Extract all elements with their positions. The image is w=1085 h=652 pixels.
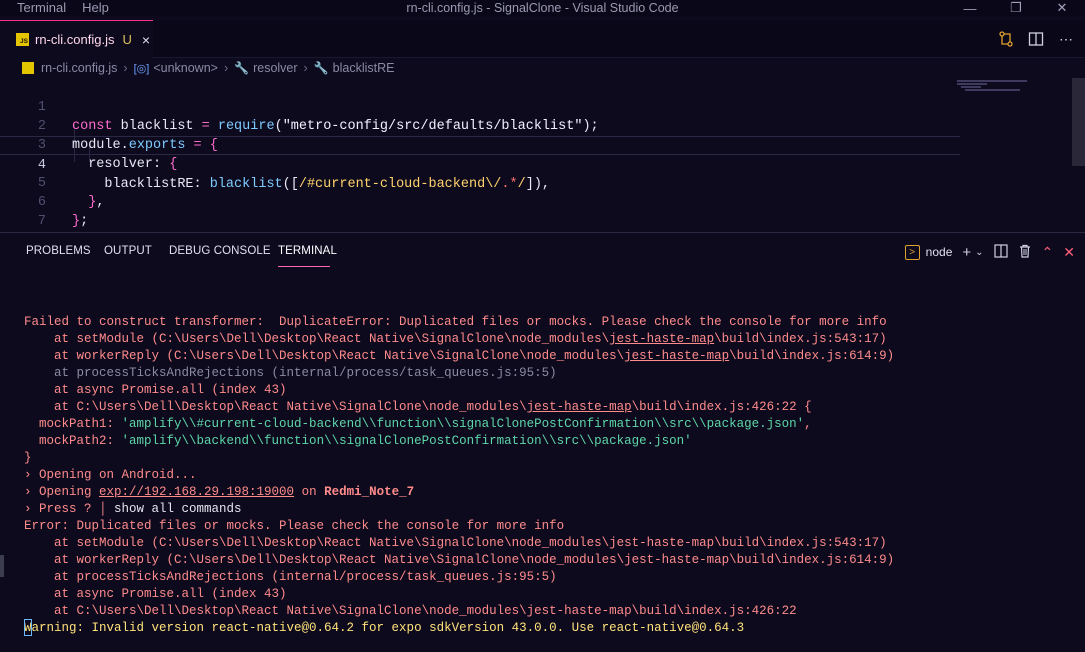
terminal-cursor [24, 619, 32, 636]
code-line-1: 1 const blacklist = require("metro-confi… [0, 79, 960, 134]
open-changes-icon[interactable] [997, 30, 1015, 48]
terminal-line: at processTicksAndRejections (internal/p… [24, 570, 557, 584]
chevron-right-icon: › [223, 61, 229, 75]
code-line-4: 4 blacklistRE: blacklist([/#current-clou… [0, 136, 960, 192]
terminal-shell-select[interactable]: node [926, 245, 953, 259]
close-panel-icon[interactable]: ✕ [1063, 244, 1075, 261]
terminal-icon: > [904, 244, 920, 260]
chevron-down-icon[interactable]: ⌄ [975, 247, 983, 258]
tab-debug-console[interactable]: DEBUG CONSOLE [169, 245, 271, 257]
bottom-panel: PROBLEMS OUTPUT DEBUG CONSOLE TERMINAL >… [0, 232, 1085, 652]
terminal-output[interactable]: Failed to construct transformer: Duplica… [24, 297, 894, 652]
wrench-icon: 🔧 [234, 61, 250, 75]
chevron-right-icon: › [123, 61, 128, 75]
breadcrumb-unknown[interactable]: <unknown> [153, 61, 218, 75]
terminal-line: at setModule (C:\Users\Dell\Desktop\Reac… [24, 536, 887, 550]
line-number: 7 [37, 214, 46, 229]
panel-actions: > node + ⌄ ⌃ ✕ [904, 242, 1075, 262]
terminal-line: at async Promise.all (index 43) [24, 383, 287, 397]
terminal-line: Error: Duplicated files or mocks. Please… [24, 519, 565, 533]
restore-button[interactable]: ❐ [993, 0, 1039, 16]
breadcrumb-resolver[interactable]: resolver [253, 61, 297, 75]
trash-icon[interactable] [1018, 244, 1032, 261]
terminal-line: › Press ? │ show all commands [24, 502, 242, 516]
menu-terminal[interactable]: Terminal [17, 0, 66, 16]
breadcrumb-file[interactable]: rn-cli.config.js [41, 61, 117, 75]
split-terminal-icon[interactable] [993, 243, 1008, 261]
terminal-line: at workerReply (C:\Users\Dell\Desktop\Re… [24, 553, 895, 567]
split-editor-icon[interactable] [1027, 30, 1045, 48]
window-title: rn-cli.config.js - SignalClone - Visual … [406, 1, 679, 15]
more-actions-icon[interactable]: ⋯ [1057, 30, 1075, 48]
wrench-icon: 🔧 [313, 61, 329, 75]
code-line-2: 2 module.exports = { [0, 98, 960, 153]
minimap-line [961, 86, 981, 88]
code-line-5: 5 }, [0, 155, 960, 210]
terminal-line: at setModule (C:\Users\Dell\Desktop\Reac… [24, 332, 887, 346]
terminal-link[interactable]: jest-haste-map [609, 332, 714, 346]
tab-problems[interactable]: PROBLEMS [26, 245, 91, 257]
panel-tabs: PROBLEMS OUTPUT DEBUG CONSOLE TERMINAL >… [0, 233, 1085, 269]
code-line-6: 6 }; [0, 174, 960, 229]
terminal-line: mockPath1: 'amplify\\#current-cloud-back… [24, 417, 812, 431]
window-controls: — ❐ ✕ [947, 0, 1085, 16]
close-tab-icon[interactable]: × [142, 32, 150, 48]
code-editor[interactable]: 1 const blacklist = require("metro-confi… [0, 78, 1085, 232]
code-line-3: 3 resolver: { [0, 117, 960, 172]
new-terminal-icon[interactable]: + [962, 244, 971, 261]
terminal-line: at C:\Users\Dell\Desktop\React Native\Si… [24, 604, 797, 618]
terminal-line: › Opening on Android... [24, 468, 197, 482]
editor-actions: ⋯ [997, 20, 1075, 58]
editor-tab-bar: JS rn-cli.config.js U × ⋯ [0, 20, 1085, 58]
breadcrumb-blacklistre[interactable]: blacklistRE [333, 61, 395, 75]
terminal-line: Failed to construct transformer: Duplica… [24, 315, 887, 329]
terminal-link[interactable]: jest-haste-map [527, 400, 632, 414]
tab-filename: rn-cli.config.js [35, 32, 115, 47]
terminal-line: at C:\Users\Dell\Desktop\React Native\Si… [24, 400, 812, 414]
close-window-button[interactable]: ✕ [1039, 0, 1085, 16]
code-line-7: 7 [0, 193, 960, 229]
menu-help[interactable]: Help [82, 0, 109, 16]
javascript-file-icon: JS [16, 33, 29, 46]
minimap-line [957, 83, 987, 85]
terminal-link[interactable]: jest-haste-map [624, 349, 729, 363]
sash-handle[interactable] [0, 555, 4, 577]
terminal-line: at workerReply (C:\Users\Dell\Desktop\Re… [24, 349, 895, 363]
minimize-button[interactable]: — [947, 0, 993, 16]
untracked-status: U [122, 32, 132, 47]
terminal-line: mockPath2: 'amplify\\backend\\function\\… [24, 434, 692, 448]
javascript-file-icon [22, 62, 34, 74]
terminal-line: at async Promise.all (index 43) [24, 587, 287, 601]
symbol-object-icon: [◎] [133, 62, 150, 75]
tab-terminal[interactable]: TERMINAL [278, 245, 337, 257]
chevron-right-icon: › [303, 61, 308, 75]
tab-rn-cli-config[interactable]: JS rn-cli.config.js U × [0, 20, 153, 58]
maximize-panel-icon[interactable]: ⌃ [1042, 244, 1054, 261]
minimap-line [965, 89, 1020, 91]
tab-output[interactable]: OUTPUT [104, 245, 152, 257]
minimap[interactable] [955, 78, 1065, 118]
terminal-line: › Opening exp://192.168.29.198:19000 on … [24, 485, 415, 499]
editor-scrollbar[interactable] [1072, 78, 1085, 166]
terminal-link[interactable]: exp://192.168.29.198:19000 [99, 485, 294, 499]
active-tab-indicator [278, 266, 330, 267]
minimap-line [957, 80, 1027, 82]
terminal-line: at processTicksAndRejections (internal/p… [24, 366, 557, 380]
terminal-line: } [24, 451, 32, 465]
title-bar: Terminal Help rn-cli.config.js - SignalC… [0, 0, 1085, 16]
code-text: }; [72, 214, 89, 229]
terminal-warning-line: Warning: Invalid version react-native@0.… [24, 621, 745, 635]
breadcrumb: rn-cli.config.js › [◎] <unknown> › 🔧 res… [0, 58, 1085, 78]
